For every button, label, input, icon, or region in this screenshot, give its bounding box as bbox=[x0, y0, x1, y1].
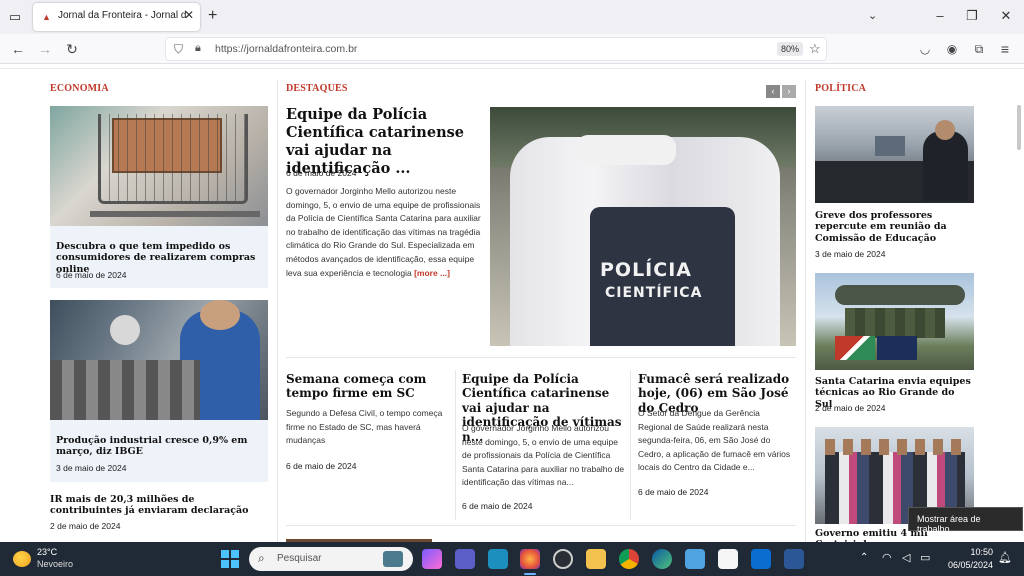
edge-icon[interactable] bbox=[652, 549, 672, 569]
active-app-indicator bbox=[524, 573, 536, 575]
news-date: 6 de maio de 2024 bbox=[638, 487, 709, 497]
featured-body: O governador Jorginho Mello autorizou ne… bbox=[286, 186, 481, 278]
news-date: 6 de maio de 2024 bbox=[462, 501, 533, 511]
browser-tab[interactable]: ▲ Jornal da Fronteira - Jornal da F ✕ bbox=[33, 3, 200, 31]
news-headline[interactable]: Greve dos professores repercute em reuni… bbox=[815, 210, 975, 244]
new-tab-icon[interactable]: + bbox=[208, 7, 217, 25]
notepad-icon[interactable] bbox=[685, 549, 705, 569]
search-icon: ⌕ bbox=[258, 551, 265, 565]
windows-start-icon[interactable] bbox=[221, 550, 239, 568]
row-divider bbox=[286, 525, 796, 526]
url-text[interactable]: https://jornaldafronteira.com.br bbox=[215, 43, 357, 55]
bookmark-star-icon[interactable]: ☆ bbox=[809, 41, 821, 57]
shirt-text: CIENTÍFICA bbox=[605, 285, 703, 301]
helicopter-team-image[interactable] bbox=[815, 273, 974, 370]
column-divider bbox=[805, 80, 806, 542]
factory-workers-image[interactable] bbox=[50, 300, 268, 420]
tab-title: Jornal da Fronteira - Jornal da F bbox=[58, 10, 186, 21]
news-date: 3 de maio de 2024 bbox=[56, 463, 127, 473]
news-headline[interactable]: Produção industrial cresce 0,9% em março… bbox=[56, 435, 264, 458]
battery-icon[interactable]: ▭ bbox=[920, 551, 930, 564]
column-divider bbox=[277, 80, 278, 542]
featured-forensic-police-image[interactable]: POLÍCIA CIENTÍFICA bbox=[490, 107, 796, 346]
taskbar-time[interactable]: 10:50 bbox=[965, 547, 993, 557]
news-excerpt: O Setor da Dengue da Gerência Regional d… bbox=[638, 408, 791, 473]
firefox-icon[interactable] bbox=[520, 549, 540, 569]
zoom-level[interactable]: 80% bbox=[777, 42, 804, 56]
news-excerpt: Segundo a Defesa Civil, o tempo começa f… bbox=[286, 408, 443, 446]
weather-icon[interactable] bbox=[13, 551, 31, 567]
weather-temperature[interactable]: 23°C bbox=[37, 547, 57, 557]
navigation-toolbar: ← → ↻ ⛉ 🔒︎ https://jornaldafronteira.com… bbox=[0, 34, 1024, 64]
minimize-icon[interactable]: – bbox=[930, 8, 950, 23]
news-date: 6 de maio de 2024 bbox=[286, 461, 357, 471]
slider-prev-icon[interactable]: ‹ bbox=[766, 85, 780, 98]
tab-close-icon[interactable]: ✕ bbox=[184, 8, 194, 22]
slider-next-icon[interactable]: › bbox=[782, 85, 796, 98]
restore-icon[interactable]: ❐ bbox=[962, 8, 982, 24]
back-icon[interactable]: ← bbox=[9, 40, 27, 58]
account-icon[interactable]: ◉ bbox=[943, 40, 961, 58]
column-divider bbox=[455, 370, 456, 520]
meeting-room-image[interactable] bbox=[815, 106, 974, 203]
document-icon[interactable] bbox=[718, 549, 738, 569]
weather-description[interactable]: Nevoeiro bbox=[37, 559, 73, 569]
shield-icon[interactable]: ⛉ bbox=[174, 42, 183, 57]
search-placeholder: Pesquisar bbox=[277, 553, 322, 564]
taskbar-date[interactable]: 06/05/2024 bbox=[943, 560, 993, 570]
news-date: 6 de maio de 2024 bbox=[56, 270, 127, 280]
widgets-app-icon[interactable] bbox=[422, 549, 442, 569]
column-divider bbox=[630, 370, 631, 520]
news-date: 2 de maio de 2024 bbox=[815, 403, 886, 413]
show-desktop-tooltip: Mostrar área de trabalho bbox=[908, 507, 1023, 534]
section-title-politica[interactable]: POLÍTICA bbox=[815, 83, 866, 94]
section-title-economia[interactable]: ECONOMIA bbox=[50, 83, 109, 94]
taskbar-search-box[interactable]: ⌕ Pesquisar bbox=[249, 547, 413, 571]
chrome-icon[interactable] bbox=[619, 549, 639, 569]
site-favicon-icon: ▲ bbox=[42, 12, 51, 22]
web-page: ECONOMIA Descubra o que tem impedido os … bbox=[0, 65, 1024, 542]
news-headline[interactable]: Semana começa com tempo firme em SC bbox=[286, 372, 446, 401]
tab-list-icon[interactable]: ▭ bbox=[6, 8, 24, 26]
lock-icon[interactable]: 🔒︎ bbox=[195, 42, 201, 55]
file-explorer-icon[interactable] bbox=[586, 549, 606, 569]
forward-icon[interactable]: → bbox=[36, 40, 54, 58]
word-icon[interactable] bbox=[784, 549, 804, 569]
twitter-app-icon[interactable] bbox=[488, 549, 508, 569]
chevron-down-icon[interactable]: ⌄ bbox=[868, 9, 877, 22]
shopping-cart-image[interactable] bbox=[50, 106, 268, 226]
featured-date: 6 de maio de 2024 bbox=[286, 168, 357, 178]
news-date: 3 de maio de 2024 bbox=[815, 249, 886, 259]
section-title-destaques[interactable]: DESTAQUES bbox=[286, 83, 348, 94]
reload-icon[interactable]: ↻ bbox=[63, 40, 81, 58]
row-divider bbox=[286, 357, 796, 358]
obs-icon[interactable] bbox=[553, 549, 573, 569]
menu-icon[interactable]: ≡ bbox=[996, 40, 1014, 58]
featured-excerpt: O governador Jorginho Mello autorizou ne… bbox=[286, 185, 482, 280]
url-bar[interactable]: ⛉ 🔒︎ https://jornaldafronteira.com.br 80… bbox=[165, 37, 827, 61]
teams-icon[interactable] bbox=[455, 549, 475, 569]
news-date: 2 de maio de 2024 bbox=[50, 521, 121, 531]
search-highlight-icon bbox=[383, 551, 403, 567]
news-headline[interactable]: IR mais de 20,3 milhões de contribuintes… bbox=[50, 494, 260, 517]
shirt-text: POLÍCIA bbox=[600, 259, 692, 281]
pocket-icon[interactable]: ◡ bbox=[916, 40, 934, 58]
tab-bar: ▭ ▲ Jornal da Fronteira - Jornal da F ✕ … bbox=[0, 0, 1024, 34]
chevron-up-icon[interactable]: ⌃ bbox=[860, 552, 868, 563]
scrollbar[interactable] bbox=[1017, 105, 1021, 150]
windows-taskbar: 23°C Nevoeiro ⌕ Pesquisar ⌃ ◠ ◁ ▭ 10:50 … bbox=[0, 542, 1024, 576]
news-excerpt: O governador Jorginho Mello autorizou ne… bbox=[462, 423, 625, 488]
extensions-icon[interactable]: ⧉ bbox=[970, 40, 988, 58]
header-divider bbox=[0, 65, 1024, 69]
close-window-icon[interactable]: ✕ bbox=[996, 8, 1016, 24]
read-more-link[interactable]: [more ...] bbox=[414, 268, 450, 278]
wifi-icon[interactable]: ◠ bbox=[882, 551, 892, 564]
notification-bell-icon[interactable]: 🔔︎ bbox=[998, 551, 1012, 564]
outlook-icon[interactable] bbox=[751, 549, 771, 569]
volume-icon[interactable]: ◁ bbox=[902, 551, 910, 564]
